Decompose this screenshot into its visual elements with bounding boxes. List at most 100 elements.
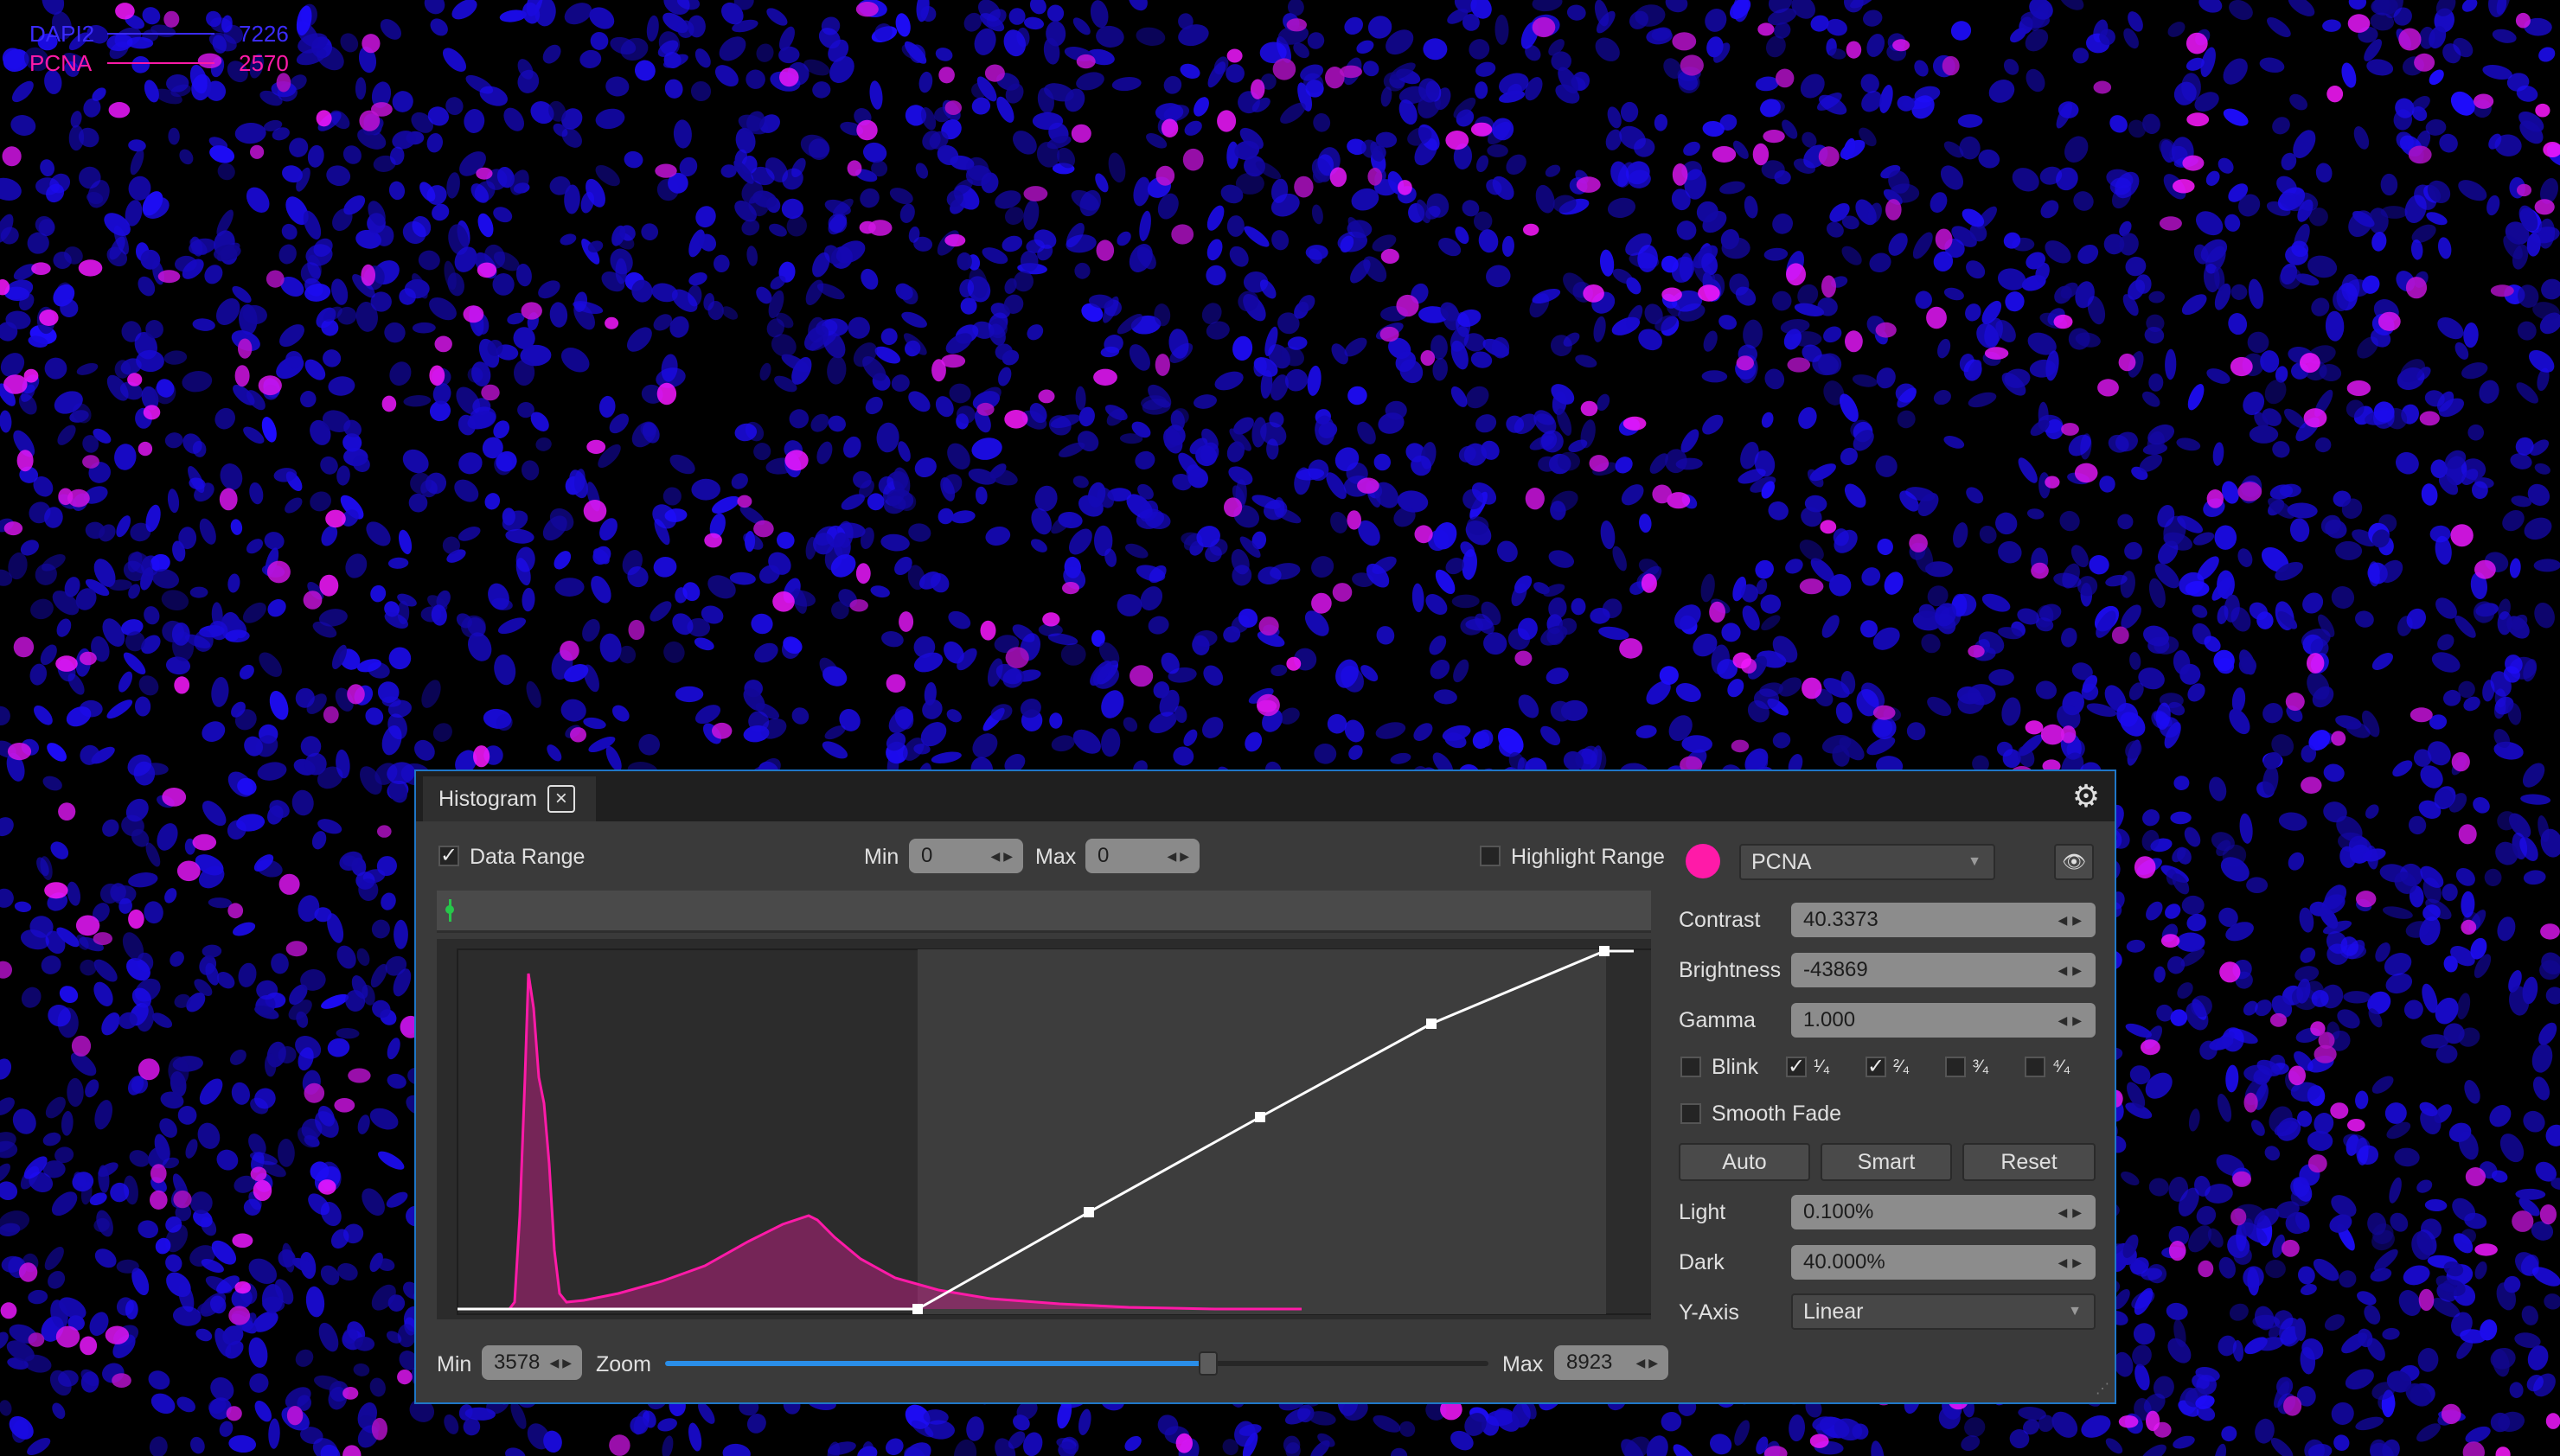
transfer-curve-handle[interactable]: [1084, 1207, 1094, 1217]
bottom-max-input[interactable]: 8923 ◀▶: [1554, 1345, 1668, 1380]
spin-arrows-icon[interactable]: ◀▶: [2058, 913, 2087, 928]
brightness-field[interactable]: -43869 ◀▶: [1791, 953, 2096, 987]
top-min-value: 0: [921, 844, 933, 867]
quarter-2-checkbox[interactable]: ✓: [1866, 1057, 1886, 1077]
nucleus: [1535, 184, 1555, 214]
nucleus: [2473, 601, 2495, 623]
nucleus: [1866, 34, 1885, 57]
nucleus: [387, 557, 409, 569]
gear-icon[interactable]: ⚙: [2071, 781, 2101, 812]
nucleus: [2081, 1414, 2111, 1438]
nucleus: [389, 361, 412, 386]
nucleus: [1965, 303, 1981, 322]
nucleus: [1760, 594, 1782, 614]
histogram-plot[interactable]: [437, 939, 1651, 1319]
spin-arrows-icon[interactable]: ◀▶: [1167, 849, 1193, 864]
pcna-positive-nucleus: [2269, 1012, 2288, 1027]
nucleus: [1453, 659, 1469, 683]
quarter-4-checkbox[interactable]: [2025, 1057, 2045, 1077]
nucleus: [318, 1322, 339, 1352]
nucleus: [285, 497, 303, 514]
nucleus: [590, 31, 609, 50]
pcna-positive-nucleus: [318, 1179, 336, 1195]
spin-arrows-icon[interactable]: ◀▶: [990, 849, 1016, 864]
nucleus: [948, 610, 971, 629]
dark-field[interactable]: 40.000% ◀▶: [1791, 1245, 2096, 1280]
nucleus: [1532, 0, 1563, 12]
nucleus: [521, 460, 540, 481]
smart-button[interactable]: Smart: [1821, 1143, 1952, 1181]
nucleus: [1966, 260, 1986, 279]
nucleus: [168, 127, 180, 145]
quarter-1-checkbox[interactable]: ✓: [1786, 1057, 1807, 1077]
pcna-positive-nucleus: [1872, 705, 1896, 720]
resize-grip-icon[interactable]: ⋰: [2094, 1382, 2109, 1397]
nucleus: [2167, 22, 2186, 37]
nucleus: [960, 297, 977, 315]
spin-arrows-icon[interactable]: ◀▶: [2058, 1255, 2087, 1270]
eye-icon[interactable]: 👁: [2054, 844, 2094, 880]
contrast-field[interactable]: 40.3373 ◀▶: [1791, 903, 2096, 937]
pcna-positive-nucleus: [1071, 124, 1091, 144]
nucleus: [342, 145, 362, 164]
spin-arrows-icon[interactable]: ◀▶: [2058, 1013, 2087, 1028]
nucleus: [458, 452, 483, 475]
highlight-range-label: Highlight Range: [1511, 845, 1665, 869]
pcna-positive-nucleus: [226, 1406, 242, 1421]
data-range-checkbox[interactable]: ✓: [438, 846, 459, 866]
pcna-positive-nucleus: [2134, 856, 2156, 878]
nucleus: [2272, 441, 2290, 458]
reset-button[interactable]: Reset: [1962, 1143, 2096, 1181]
channel-color-swatch[interactable]: [1686, 844, 1720, 878]
spin-arrows-icon[interactable]: ◀▶: [2058, 1205, 2087, 1220]
top-min-input[interactable]: 0 ◀▶: [909, 839, 1023, 873]
blink-checkbox[interactable]: [1680, 1057, 1701, 1077]
transfer-curve-handle[interactable]: [1599, 946, 1610, 956]
nucleus: [464, 109, 485, 133]
transfer-curve-handle[interactable]: [1255, 1112, 1265, 1122]
range-indicator-bar[interactable]: [437, 891, 1651, 933]
transfer-curve-handle[interactable]: [912, 1304, 923, 1314]
nucleus: [1465, 386, 1489, 409]
nucleus: [56, 618, 72, 637]
auto-button[interactable]: Auto: [1679, 1143, 1810, 1181]
spin-arrows-icon[interactable]: ◀▶: [549, 1356, 575, 1370]
nucleus: [2165, 348, 2177, 380]
nucleus: [1305, 245, 1328, 260]
pcna-positive-nucleus: [1096, 239, 1115, 261]
tab-histogram[interactable]: Histogram ×: [423, 776, 596, 821]
pcna-positive-nucleus: [0, 961, 12, 979]
pcna-positive-nucleus: [2418, 1288, 2435, 1312]
nucleus: [229, 1049, 246, 1065]
nucleus: [0, 1058, 12, 1080]
channel-select[interactable]: PCNA ▼: [1739, 844, 1995, 880]
nucleus: [67, 881, 81, 906]
gamma-field[interactable]: 1.000 ◀▶: [1791, 1003, 2096, 1038]
quarter-3-checkbox[interactable]: [1945, 1057, 1966, 1077]
transfer-curve-handle[interactable]: [1426, 1019, 1437, 1029]
pcna-positive-nucleus: [334, 1098, 355, 1113]
nucleus: [2170, 811, 2192, 825]
nucleus: [2230, 284, 2248, 301]
nucleus: [1727, 679, 1744, 698]
nucleus: [1921, 634, 1941, 654]
nucleus: [2001, 697, 2021, 726]
quarter-3-label: ³⁄₄: [1973, 1057, 1990, 1076]
spin-arrows-icon[interactable]: ◀▶: [2058, 963, 2087, 978]
nucleus: [2125, 740, 2142, 759]
highlight-range-checkbox[interactable]: [1480, 846, 1501, 866]
pcna-positive-nucleus: [303, 591, 323, 610]
close-icon[interactable]: ×: [547, 785, 575, 813]
nucleus: [1429, 635, 1447, 655]
zoom-slider[interactable]: [665, 1351, 1488, 1376]
nucleus: [756, 43, 774, 62]
smooth-fade-checkbox[interactable]: [1680, 1103, 1701, 1124]
zoom-slider-handle[interactable]: [1199, 1351, 1219, 1376]
pcna-positive-nucleus: [2474, 559, 2496, 579]
light-field[interactable]: 0.100% ◀▶: [1791, 1195, 2096, 1229]
bottom-min-input[interactable]: 3578 ◀▶: [482, 1345, 582, 1380]
top-max-input[interactable]: 0 ◀▶: [1085, 839, 1200, 873]
nucleus: [72, 1172, 94, 1192]
spin-arrows-icon[interactable]: ◀▶: [1635, 1356, 1661, 1370]
yaxis-select[interactable]: Linear ▼: [1791, 1293, 2096, 1330]
